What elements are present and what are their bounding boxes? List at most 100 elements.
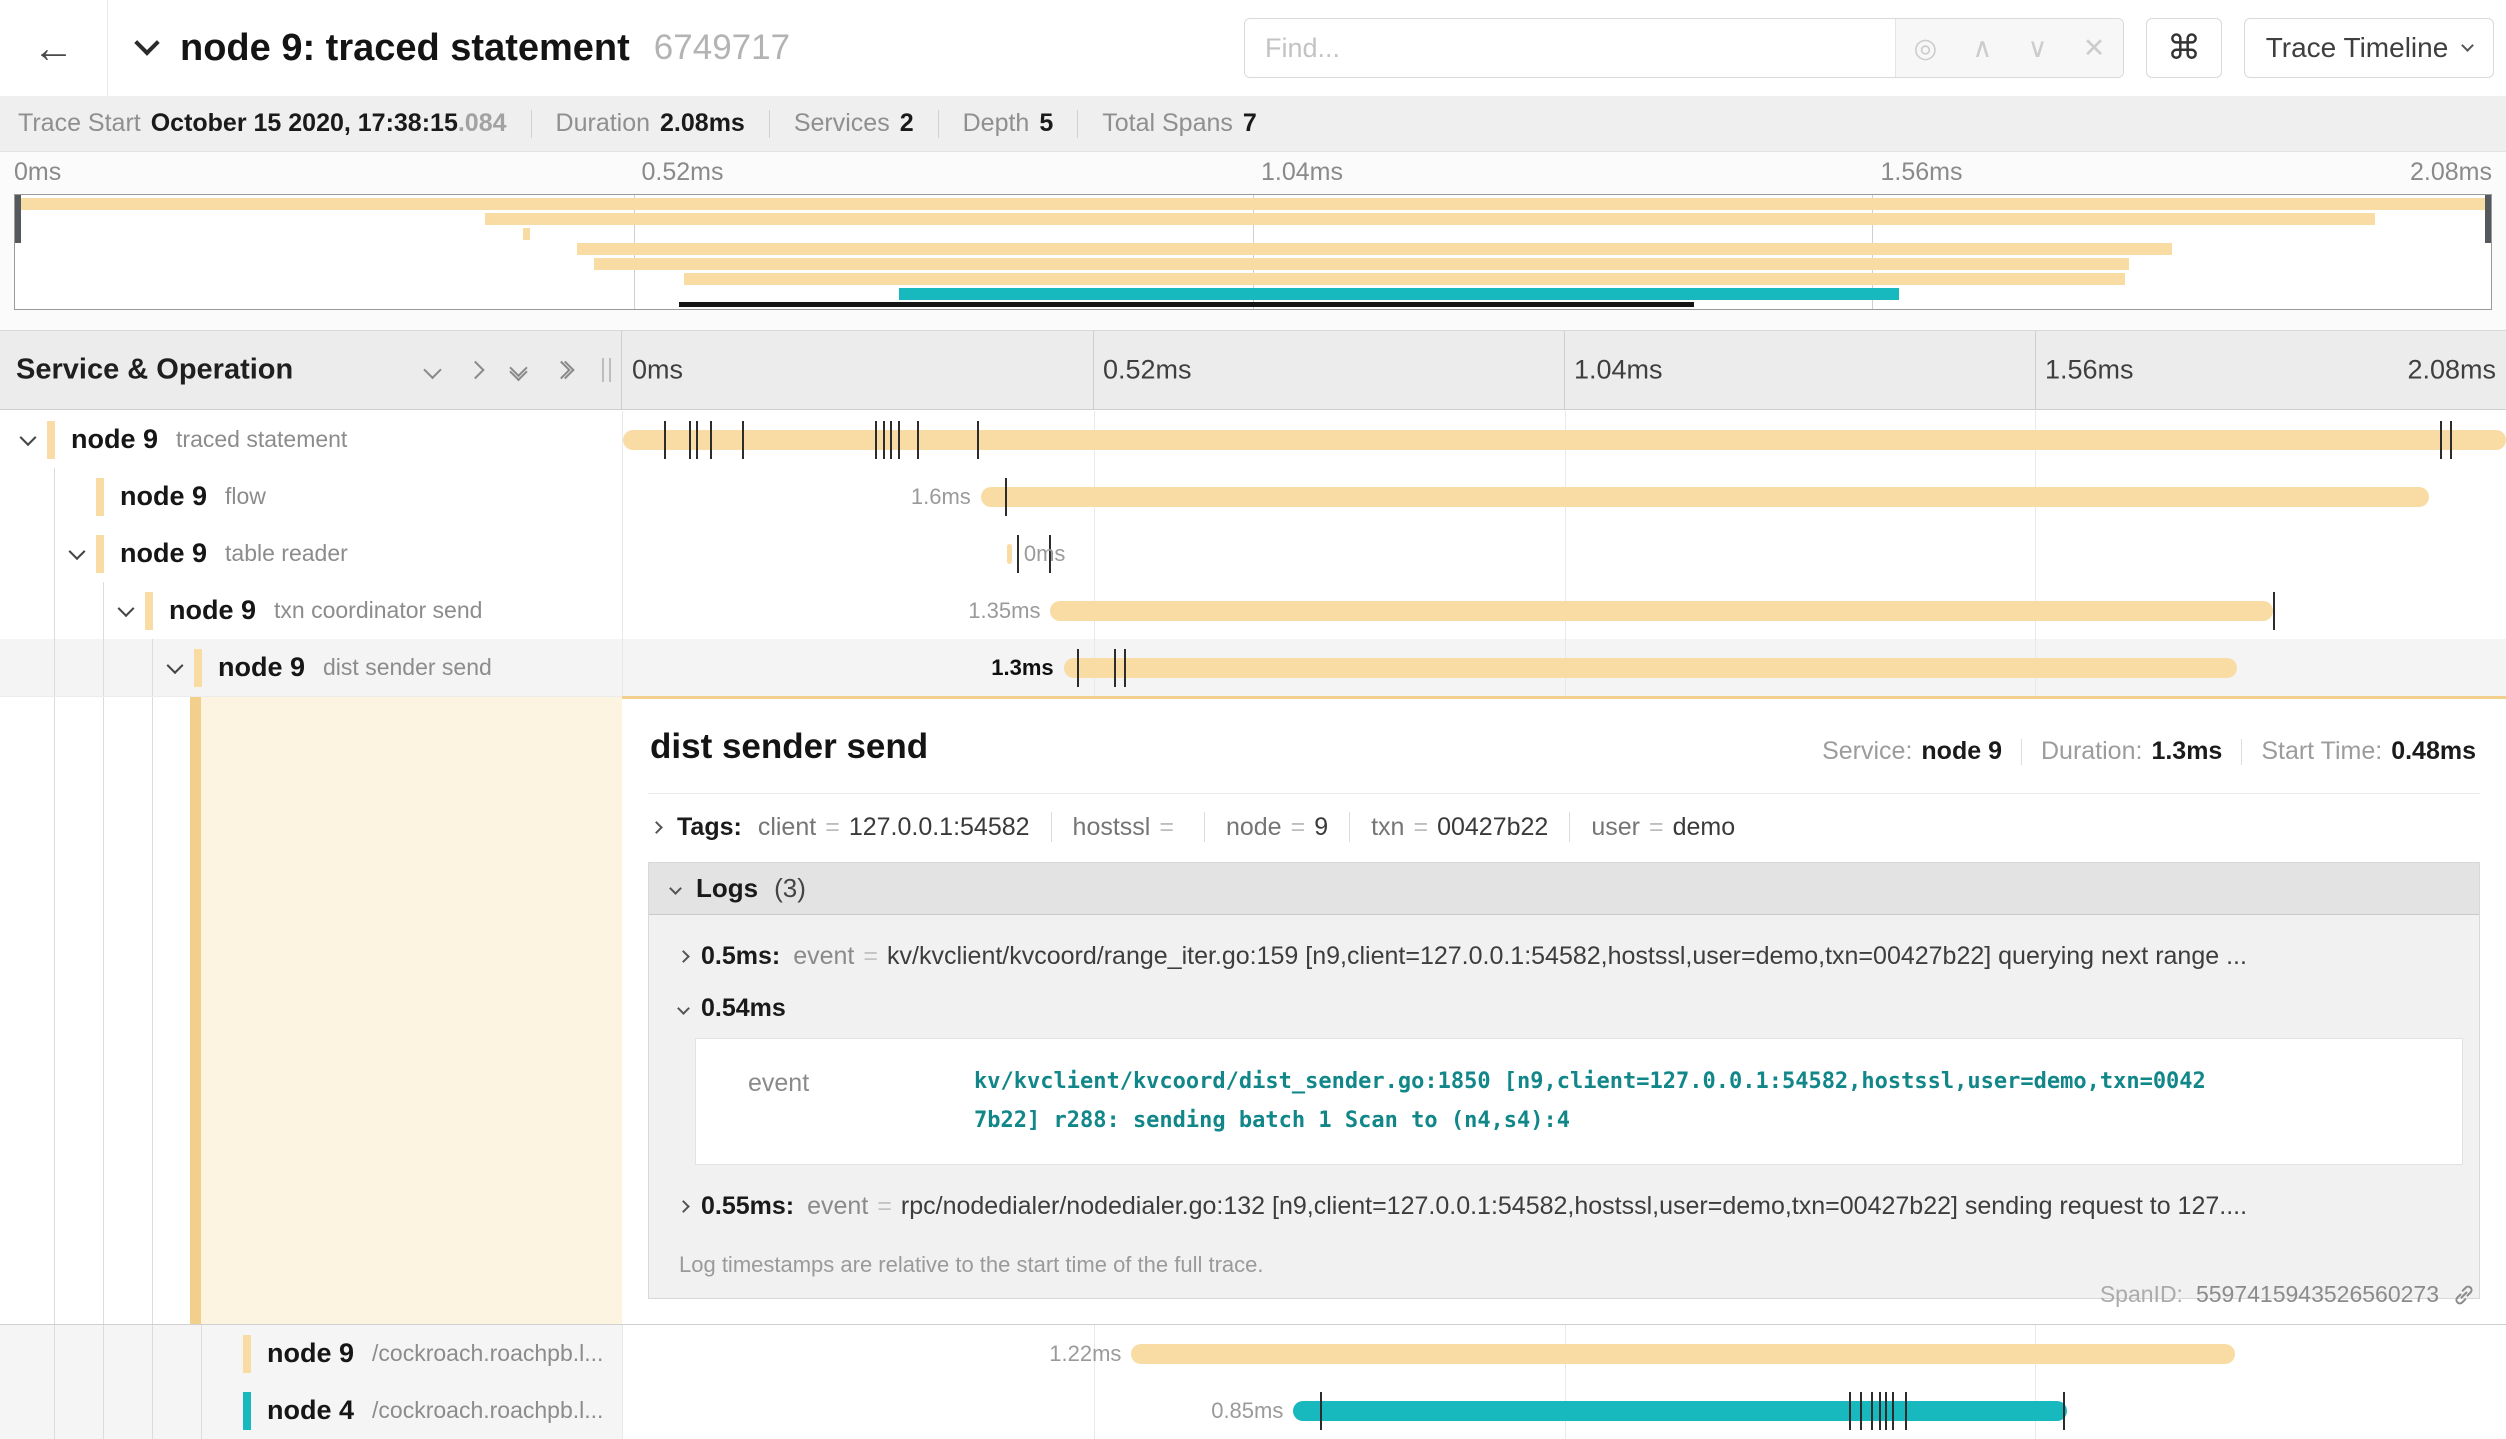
- span-row[interactable]: node 9flow1.6ms: [0, 468, 2506, 525]
- span-duration-bar[interactable]: [623, 430, 2506, 450]
- span-expand-chevron-icon[interactable]: [20, 429, 37, 446]
- span-detail-gutter: [0, 696, 622, 1324]
- collapse-one-icon[interactable]: [423, 361, 441, 379]
- span-expand-chevron-icon[interactable]: [167, 657, 184, 674]
- span-timeline-column: 1.35ms: [622, 582, 2506, 639]
- span-expand-chevron-icon[interactable]: [118, 600, 135, 617]
- span-timeline-column: 1.3ms: [622, 639, 2506, 696]
- minimap-canvas[interactable]: [14, 194, 2492, 310]
- span-rows-bottom: node 9/cockroach.roachpb.l...1.22msnode …: [0, 1325, 2506, 1439]
- stats-separator: [531, 110, 532, 138]
- minimap-left-scrubber[interactable]: [15, 195, 21, 243]
- prev-match-icon[interactable]: ∧: [1973, 33, 1993, 64]
- find-input[interactable]: [1245, 19, 1895, 77]
- keyboard-shortcuts-button[interactable]: ⌘: [2146, 18, 2222, 78]
- timeline-header-ticks: 0ms0.52ms1.04ms1.56ms2.08ms: [622, 331, 2506, 409]
- span-name-column: node 9traced statement: [0, 411, 622, 468]
- match-target-icon[interactable]: ◎: [1914, 33, 1938, 64]
- stat-item: Trace StartOctober 15 2020, 17:38:15.084: [18, 109, 507, 138]
- stat-label: Services: [794, 109, 890, 138]
- back-button[interactable]: ←: [0, 0, 108, 96]
- stat-item: Total Spans7: [1102, 109, 1257, 138]
- timeline-grid-line: [1564, 331, 1565, 409]
- expand-one-icon[interactable]: [466, 361, 484, 379]
- minimap-selection-line: [679, 302, 1694, 307]
- span-duration-bar[interactable]: [1064, 658, 2237, 678]
- span-log-tick: [1320, 1392, 1322, 1430]
- clear-search-icon[interactable]: ✕: [2083, 33, 2106, 64]
- log-entry[interactable]: 0.55ms:event=rpc/nodedialer/nodedialer.g…: [649, 1177, 2479, 1236]
- trace-title: node 9: traced statement: [180, 27, 630, 70]
- span-row[interactable]: node 9dist sender send1.3ms: [0, 639, 2506, 696]
- span-duration-bar[interactable]: [1131, 1344, 2234, 1364]
- span-log-tick: [1114, 649, 1116, 687]
- span-detail-row: dist sender send Service:node 9Duration:…: [0, 696, 2506, 1325]
- span-expand-chevron-icon[interactable]: [69, 543, 86, 560]
- service-color-bar: [243, 1335, 251, 1373]
- tag-item: node=9: [1226, 813, 1328, 842]
- next-match-icon[interactable]: ∨: [2028, 33, 2048, 64]
- span-name-column: node 4/cockroach.roachpb.l...: [0, 1382, 622, 1439]
- tree-guide-line: [54, 1382, 55, 1439]
- span-duration-bar[interactable]: [981, 487, 2429, 507]
- log-kv-key: event: [724, 1063, 974, 1140]
- tree-guide-line: [103, 639, 104, 696]
- chevron-down-icon: [2461, 39, 2474, 52]
- log-entry[interactable]: 0.5ms:event=kv/kvclient/kvcoord/range_it…: [649, 927, 2479, 986]
- tree-guide-line: [103, 1325, 104, 1382]
- operation-name: /cockroach.roachpb.l...: [372, 1340, 603, 1367]
- log-field-key: event: [807, 1192, 868, 1221]
- tag-key: user: [1591, 813, 1640, 842]
- stats-separator: [938, 110, 939, 138]
- span-row[interactable]: node 9/cockroach.roachpb.l...1.22ms: [0, 1325, 2506, 1382]
- stats-separator: [1077, 110, 1078, 138]
- tag-item: txn=00427b22: [1371, 813, 1548, 842]
- timeline-tick-label: 2.08ms: [2407, 355, 2496, 386]
- view-selector-button[interactable]: Trace Timeline: [2244, 18, 2494, 78]
- timeline-header: Service & Operation 0ms0.52ms1.04ms1.56m…: [0, 330, 2506, 410]
- stat-value-suffix: .084: [458, 109, 507, 138]
- span-name-texts: node 9/cockroach.roachpb.l...: [267, 1325, 603, 1382]
- tag-key: client: [758, 813, 816, 842]
- logs-count: (3): [774, 873, 806, 904]
- column-resizer-handle[interactable]: [602, 358, 611, 382]
- stat-item: Duration2.08ms: [556, 109, 745, 138]
- minimap-right-scrubber[interactable]: [2485, 195, 2491, 243]
- tags-expander-icon: [650, 821, 663, 834]
- span-rows-top: node 9traced statementnode 9flow1.6msnod…: [0, 411, 2506, 696]
- trace-collapse-chevron-icon[interactable]: [134, 30, 159, 55]
- span-log-tick: [1892, 1392, 1894, 1430]
- span-log-tick: [664, 421, 666, 459]
- span-row[interactable]: node 4/cockroach.roachpb.l... 0.85ms: [0, 1382, 2506, 1439]
- span-duration-label: 0.85ms: [1211, 1398, 1283, 1424]
- span-duration-label: 1.6ms: [911, 484, 971, 510]
- tags-row[interactable]: Tags: client=127.0.0.1:54582hostssl=node…: [622, 794, 2506, 854]
- span-log-tick: [917, 421, 919, 459]
- span-duration-bar[interactable]: [1050, 601, 2272, 621]
- copy-link-icon[interactable]: [2452, 1283, 2476, 1307]
- span-row[interactable]: node 9traced statement: [0, 411, 2506, 468]
- span-row[interactable]: node 9txn coordinator send1.35ms: [0, 582, 2506, 639]
- service-name: node 9: [169, 595, 256, 626]
- expand-all-icon[interactable]: [555, 364, 572, 377]
- span-log-tick: [689, 421, 691, 459]
- span-duration-label: 0ms: [1024, 541, 1066, 567]
- collapse-all-icon[interactable]: [512, 362, 525, 379]
- operation-name: /cockroach.roachpb.l...: [372, 1397, 603, 1424]
- minimap-span-bar: [523, 228, 530, 240]
- span-row[interactable]: node 9table reader0ms: [0, 525, 2506, 582]
- span-duration-bar[interactable]: [1007, 544, 1012, 564]
- log-field-value: kv/kvclient/kvcoord/range_iter.go:159 [n…: [887, 942, 2247, 971]
- tag-equals-icon: =: [825, 813, 840, 842]
- log-entry-expanded-header[interactable]: 0.54ms: [679, 994, 2463, 1038]
- timeline-grid-line: [1094, 525, 1095, 582]
- log-timestamp: 0.55ms:: [701, 1192, 794, 1221]
- span-log-tick: [1077, 649, 1079, 687]
- log-equals-icon: =: [863, 942, 878, 971]
- tag-value: 9: [1314, 813, 1328, 842]
- minimap-tick-label: 2.08ms: [2410, 158, 2492, 187]
- timeline-grid-line: [2035, 525, 2036, 582]
- meta-label: Duration:: [2041, 737, 2142, 766]
- logs-header[interactable]: Logs (3): [649, 863, 2479, 915]
- span-duration-bar[interactable]: [1293, 1401, 2067, 1421]
